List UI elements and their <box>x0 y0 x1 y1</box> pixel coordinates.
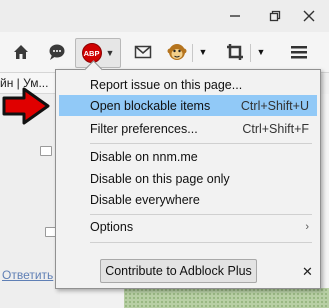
menu-item-shortcut: Ctrl+Shift+U <box>240 98 309 113</box>
monkey-extension-button[interactable] <box>164 38 190 66</box>
minimize-icon <box>230 15 240 17</box>
menu-item-label: Filter preferences... <box>90 121 198 136</box>
contribute-button[interactable]: Contribute to Adblock Plus <box>100 259 257 283</box>
reply-link[interactable]: Ответить <box>2 268 53 282</box>
chat-bubble-icon <box>49 44 65 60</box>
menu-item-open-blockable-items[interactable]: Open blockable items Ctrl+Shift+U <box>59 95 317 116</box>
chevron-down-icon: ▼ <box>256 47 266 57</box>
red-arrow-icon <box>2 87 50 125</box>
mail-button[interactable] <box>130 38 156 66</box>
menu-item-label: Report issue on this page... <box>90 77 243 92</box>
menu-item-label: Options <box>90 219 134 234</box>
monkey-menu-button[interactable]: ▼ <box>196 38 210 66</box>
adblock-plus-button[interactable]: ABP ▼ <box>75 38 121 68</box>
menu-item-label: Open blockable items <box>90 98 211 113</box>
close-icon <box>303 10 315 22</box>
menu-item-label: Disable on this page only <box>90 171 230 186</box>
minimize-button[interactable] <box>215 0 255 32</box>
chat-button[interactable] <box>44 38 70 66</box>
menu-separator <box>90 242 312 243</box>
chevron-down-icon: ▼ <box>105 48 115 58</box>
adblock-plus-icon: ABP <box>81 43 102 63</box>
crop-menu-button[interactable]: ▼ <box>254 38 268 66</box>
home-icon <box>14 45 28 59</box>
menu-item-label: Disable everywhere <box>90 192 200 207</box>
menu-item-filter-preferences[interactable]: Filter preferences... Ctrl+Shift+F <box>59 118 317 139</box>
adblock-plus-menu: Report issue on this page... Open blocka… <box>55 69 321 289</box>
envelope-icon <box>134 45 152 59</box>
hamburger-menu-button[interactable] <box>286 38 312 66</box>
chevron-right-icon: › <box>305 220 309 233</box>
menu-separator <box>90 214 312 215</box>
comment-icon <box>40 146 52 156</box>
menu-item-disable-on-page[interactable]: Disable on this page only <box>59 168 317 189</box>
menu-item-options[interactable]: Options › <box>59 216 317 237</box>
close-window-button[interactable] <box>289 0 329 32</box>
toolbar-separator <box>192 44 193 62</box>
page-green-banner <box>124 288 329 308</box>
menu-item-report-issue[interactable]: Report issue on this page... <box>59 74 317 95</box>
menu-item-label: Disable on nnm.me <box>90 149 198 164</box>
crop-icon <box>227 44 243 60</box>
home-button[interactable] <box>8 38 34 66</box>
hamburger-icon <box>291 46 307 59</box>
chevron-down-icon: ▼ <box>198 47 208 57</box>
restore-icon <box>269 10 281 22</box>
title-bar <box>0 0 329 32</box>
menu-item-disable-on-site[interactable]: Disable on nnm.me <box>59 146 317 167</box>
navigation-toolbar: ABP ▼ ▼ ▼ <box>0 32 329 73</box>
menu-separator <box>90 143 312 144</box>
close-icon[interactable]: ✕ <box>302 264 313 280</box>
menu-item-disable-everywhere[interactable]: Disable everywhere <box>59 189 317 210</box>
monkey-icon <box>167 44 187 60</box>
crop-button[interactable] <box>222 38 248 66</box>
toolbar-separator <box>250 44 251 62</box>
menu-item-shortcut: Ctrl+Shift+F <box>242 121 309 136</box>
